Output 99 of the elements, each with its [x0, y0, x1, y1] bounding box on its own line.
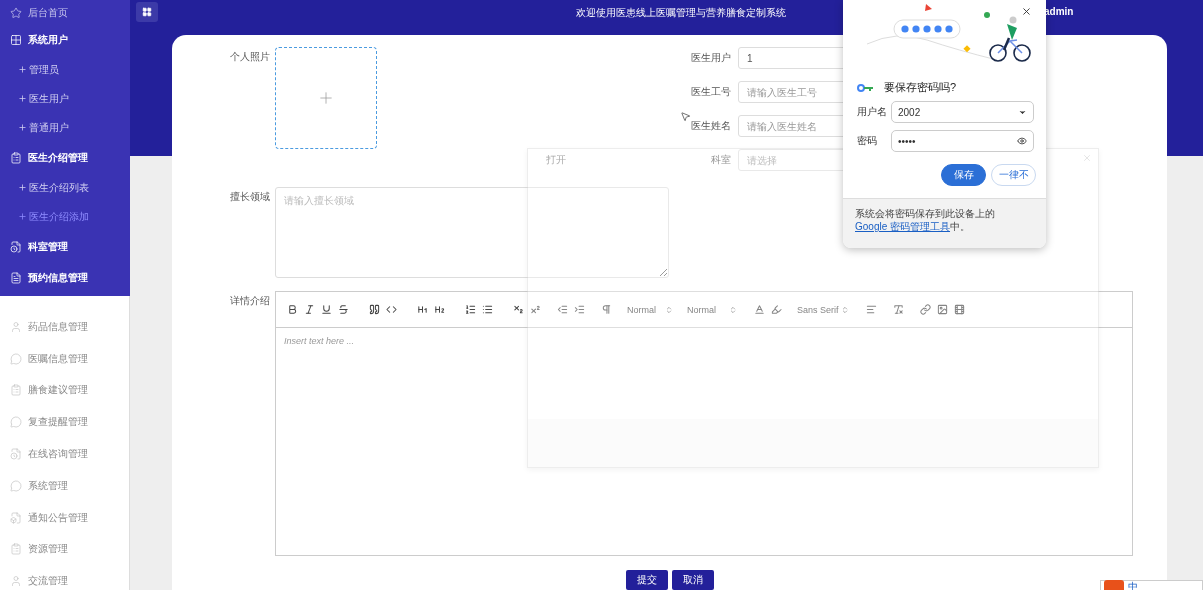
sidebar-item[interactable]: 膳食建议管理	[0, 374, 129, 407]
sidebar-item[interactable]: 资源管理	[0, 533, 129, 566]
never-button[interactable]: 一律不	[991, 164, 1036, 186]
indent-icon	[574, 304, 585, 315]
image-icon	[937, 304, 948, 315]
ime-logo-icon	[1104, 580, 1124, 590]
menu-icon	[10, 271, 22, 284]
updown-arrows-icon	[729, 305, 737, 314]
outdent-icon	[557, 304, 568, 315]
field-label: 医生用户	[690, 51, 731, 65]
menu-icon	[10, 320, 22, 333]
cursor-icon	[680, 111, 691, 122]
menu-icon	[10, 448, 22, 461]
plus-icon	[18, 94, 27, 103]
field-label: 科室	[710, 153, 731, 167]
popup-note: 系统会将密码保存到此设备上的 Google 密码管理工具中。	[843, 198, 1046, 248]
sidebar-item[interactable]: 在线咨询管理	[0, 438, 129, 470]
font-color-icon	[754, 304, 765, 315]
popup-title: 要保存密码吗?	[884, 80, 957, 95]
dialog-title: 打开	[546, 153, 566, 167]
sidebar-item[interactable]: 医嘱信息管理	[0, 342, 129, 375]
menu-icon	[10, 416, 22, 429]
key-icon	[857, 83, 875, 92]
field-label: 医生工号	[690, 85, 731, 99]
font-select[interactable]: Sans Serif	[797, 304, 851, 315]
link-icon	[920, 304, 931, 315]
field-label: 详情介绍	[229, 294, 270, 308]
plus-icon	[18, 183, 27, 192]
submit-button[interactable]: 提交	[625, 570, 668, 590]
size-select[interactable]: Normal	[687, 304, 739, 315]
menu-icon	[10, 575, 22, 588]
close-button[interactable]	[1021, 6, 1032, 17]
menu-icon	[10, 240, 22, 253]
menu-icon	[10, 479, 22, 492]
plus-icon	[18, 123, 27, 132]
field-label: 医生姓名	[690, 119, 731, 133]
field-label: 用户名	[857, 105, 888, 119]
menu-icon	[10, 33, 22, 46]
sidebar-item[interactable]: 系统管理	[0, 470, 129, 502]
quote-icon	[369, 304, 380, 315]
sidebar-item[interactable]: 通知公告管理	[0, 501, 129, 534]
italic-icon	[304, 304, 315, 315]
subscript-icon	[513, 304, 524, 315]
text-direction-icon	[601, 304, 612, 315]
bullet-list-icon	[482, 304, 493, 315]
underline-icon	[321, 304, 332, 315]
menu-icon	[10, 511, 22, 524]
heading-one-icon	[417, 304, 428, 315]
highlight-icon	[771, 304, 782, 315]
menu-icon	[10, 151, 22, 164]
sidebar-item[interactable]: 医生介绍管理	[0, 142, 130, 173]
sidebar-item[interactable]: 交流管理	[0, 565, 129, 590]
sidebar-subitem[interactable]: 普通用户	[0, 113, 130, 142]
field-label: 个人照片	[229, 50, 270, 64]
sidebar-item[interactable]: 后台首页	[0, 2, 130, 24]
eye-icon[interactable]	[1017, 136, 1027, 146]
password-field[interactable]: •••••	[891, 130, 1034, 152]
grid-icon	[142, 7, 152, 17]
video-icon	[954, 304, 965, 315]
strikethrough-icon	[338, 304, 349, 315]
sidebar-item[interactable]: 复查提醒管理	[0, 406, 129, 439]
sidebar-item[interactable]: 药品信息管理	[0, 311, 129, 343]
sidebar-item[interactable]: 科室管理	[0, 231, 130, 262]
bold-icon	[287, 304, 298, 315]
editor-text-area[interactable]: Insert text here ...	[276, 328, 1132, 555]
link-button[interactable]	[917, 301, 934, 318]
heading-two-icon	[434, 304, 445, 315]
updown-arrows-icon	[665, 305, 673, 314]
sidebar-item[interactable]: 预约信息管理	[0, 262, 130, 293]
field-label: 擅长领域	[229, 190, 270, 204]
sidebar-subitem[interactable]: 医生介绍添加	[0, 202, 130, 231]
align-icon	[866, 304, 877, 315]
updown-arrows-icon	[841, 305, 849, 314]
cancel-button[interactable]: 取消	[671, 570, 714, 590]
username-field[interactable]: 2002	[891, 101, 1034, 123]
password-manager-link[interactable]: Google 密码管理工具	[855, 221, 951, 232]
ordered-list-icon	[465, 304, 476, 315]
menu-icon	[10, 543, 22, 556]
menu-icon	[10, 384, 22, 397]
editor-placeholder: Insert text here ...	[284, 336, 355, 346]
superscript-icon	[530, 304, 541, 315]
sidebar-item[interactable]: 系统用户	[0, 24, 130, 55]
close-icon	[1021, 6, 1032, 17]
save-button[interactable]: 保存	[941, 164, 986, 186]
menu-icon	[10, 352, 22, 365]
clear-format-icon	[893, 304, 904, 315]
menu-icon	[10, 7, 22, 19]
sidebar-subitem[interactable]: 管理员	[0, 55, 130, 84]
plus-icon	[18, 65, 27, 74]
plus-icon	[18, 212, 27, 221]
menu-toggle-button[interactable]	[136, 2, 158, 22]
plus-icon	[317, 89, 335, 107]
sidebar-subitem[interactable]: 医生用户	[0, 84, 130, 113]
text-area[interactable]: 请输入擅长领域	[275, 187, 669, 278]
header-select[interactable]: Normal	[627, 304, 675, 315]
sidebar-subitem[interactable]: 医生介绍列表	[0, 173, 130, 202]
page-title: 欢迎使用医患线上医嘱管理与营养膳食定制系统	[576, 6, 786, 20]
field-label: 密码	[857, 134, 878, 148]
code-icon	[386, 304, 397, 315]
